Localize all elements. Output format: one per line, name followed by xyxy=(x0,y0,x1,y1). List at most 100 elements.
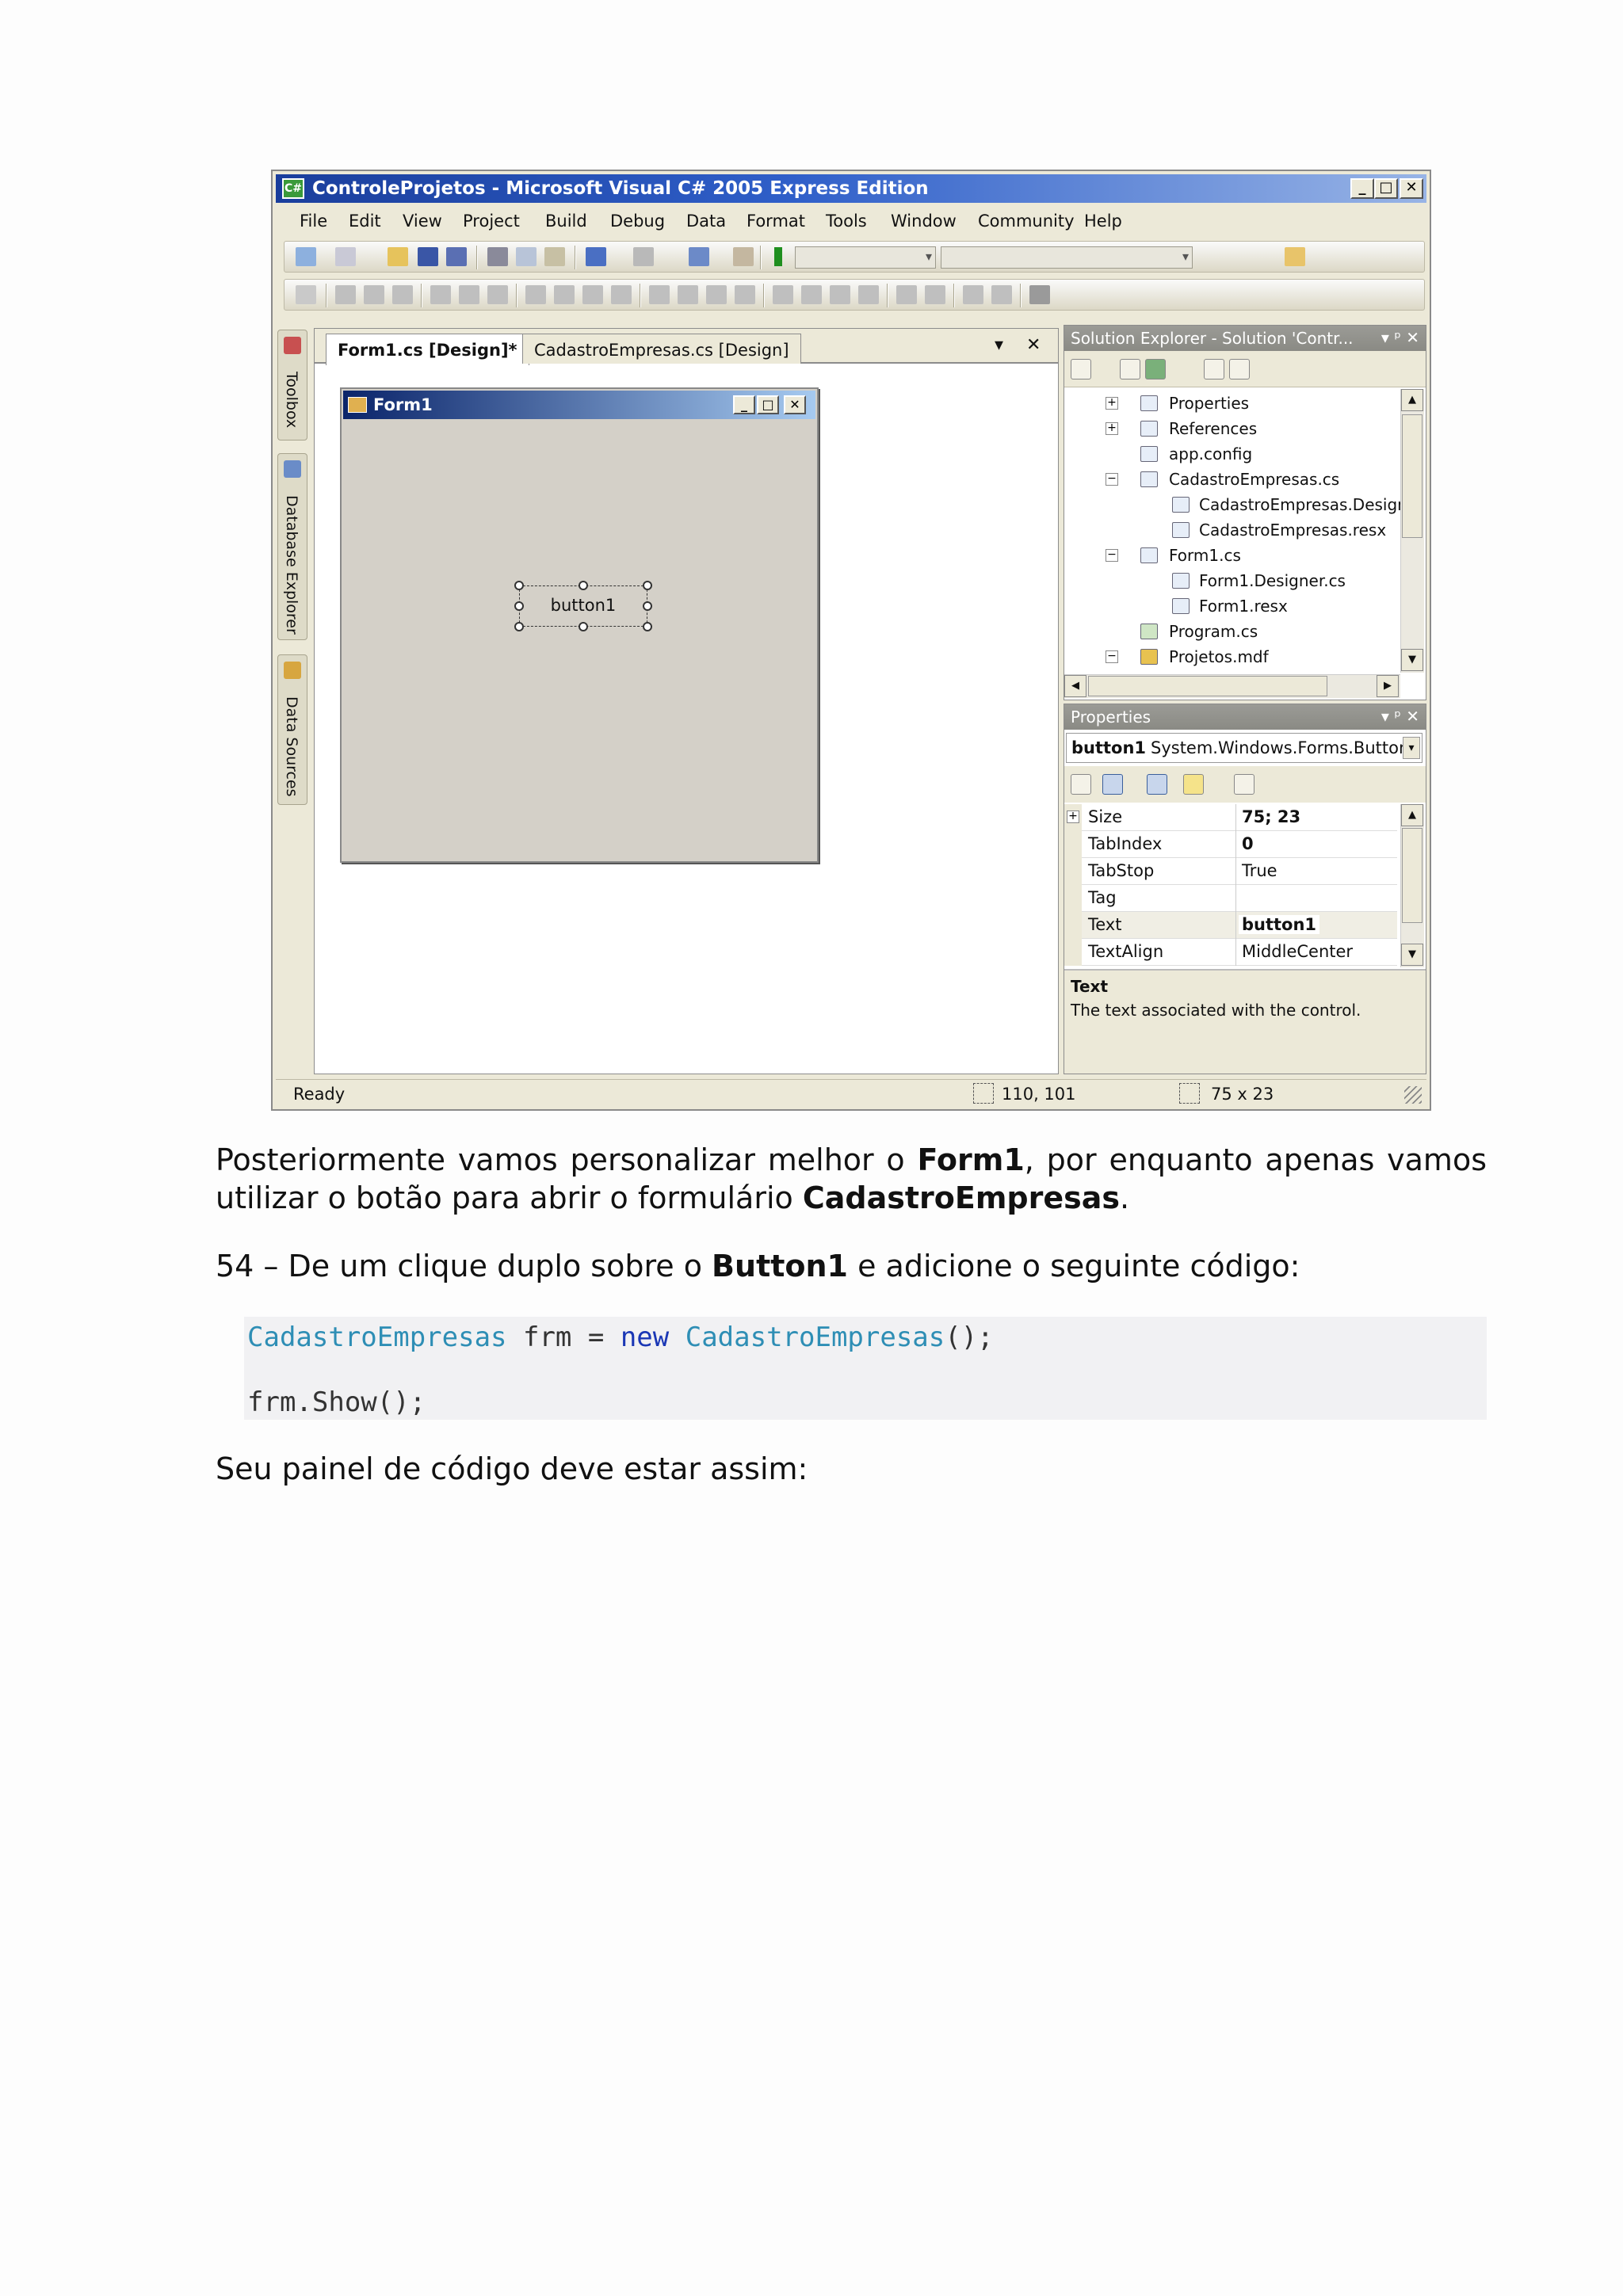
expand-icon[interactable]: + xyxy=(1067,810,1079,823)
tree-item-form1[interactable]: Form1.cs xyxy=(1169,546,1241,565)
property-value[interactable]: True xyxy=(1242,861,1277,880)
find-icon[interactable] xyxy=(733,247,754,266)
tree-item-cadastroempresas-designer[interactable]: CadastroEmpresas.Designer.cs xyxy=(1199,495,1400,514)
tree-item-program[interactable]: Program.cs xyxy=(1169,622,1258,641)
expand-icon[interactable]: + xyxy=(1106,397,1118,410)
refresh-icon[interactable] xyxy=(1145,359,1166,379)
scroll-left-icon[interactable]: ◀ xyxy=(1064,675,1086,697)
make-same-size-icon[interactable] xyxy=(582,285,603,304)
tab-cadastroempresas-design[interactable]: CadastroEmpresas.cs [Design] xyxy=(522,334,801,364)
close-button[interactable]: ✕ xyxy=(1400,178,1423,199)
resize-handle[interactable] xyxy=(514,622,524,631)
resize-handle[interactable] xyxy=(579,622,588,631)
decrease-hspacing-icon[interactable] xyxy=(706,285,727,304)
panel-controls[interactable]: ▾ ᵖ ✕ xyxy=(1381,328,1419,347)
paste-icon[interactable] xyxy=(544,247,565,266)
property-row-size[interactable]: + Size 75; 23 xyxy=(1064,804,1397,831)
cut-icon[interactable] xyxy=(487,247,508,266)
tree-item-app-config[interactable]: app.config xyxy=(1169,444,1252,463)
resize-handle[interactable] xyxy=(643,581,652,590)
data-sources-tab[interactable]: Data Sources xyxy=(277,654,307,805)
property-value[interactable]: 0 xyxy=(1242,834,1254,853)
tree-item-form1-designer[interactable]: Form1.Designer.cs xyxy=(1199,571,1346,590)
categorized-icon[interactable] xyxy=(1071,774,1091,795)
chevron-down-icon[interactable]: ▾ xyxy=(1403,737,1420,759)
object-selector[interactable]: button1 System.Windows.Forms.Button ▾ xyxy=(1066,733,1423,763)
tree-item-form1-resx[interactable]: Form1.resx xyxy=(1199,597,1288,616)
resize-handle[interactable] xyxy=(643,601,652,611)
make-vspacing-equal-icon[interactable] xyxy=(773,285,793,304)
solution-horizontal-scrollbar[interactable]: ◀ ▶ xyxy=(1064,674,1400,698)
start-debugging-icon[interactable] xyxy=(768,247,789,266)
align-to-grid-icon[interactable] xyxy=(296,285,316,304)
property-row-textalign[interactable]: TextAlign MiddleCenter xyxy=(1064,939,1397,966)
menu-community[interactable]: Community xyxy=(978,212,1075,231)
resize-handle[interactable] xyxy=(514,581,524,590)
menu-format[interactable]: Format xyxy=(747,212,805,231)
menu-view[interactable]: View xyxy=(403,212,442,231)
collapse-icon[interactable]: − xyxy=(1106,473,1118,486)
tab-form1-design[interactable]: Form1.cs [Design]* xyxy=(326,334,529,365)
increase-hspacing-icon[interactable] xyxy=(678,285,698,304)
property-row-tabindex[interactable]: TabIndex 0 xyxy=(1064,831,1397,858)
tree-item-projetos-mdf[interactable]: Projetos.mdf xyxy=(1169,647,1269,666)
scroll-down-icon[interactable]: ▼ xyxy=(1401,649,1423,671)
property-value[interactable]: 75; 23 xyxy=(1242,807,1300,826)
resize-handle[interactable] xyxy=(643,622,652,631)
scroll-thumb[interactable] xyxy=(1088,676,1327,696)
button1[interactable]: button1 xyxy=(519,585,647,627)
menu-tools[interactable]: Tools xyxy=(826,212,867,231)
panel-controls[interactable]: ▾ ᵖ ✕ xyxy=(1381,707,1419,726)
menu-build[interactable]: Build xyxy=(545,212,587,231)
expand-icon[interactable]: + xyxy=(1106,422,1118,435)
properties-icon[interactable] xyxy=(1071,359,1091,379)
properties-view-icon[interactable] xyxy=(1147,774,1167,795)
new-project-icon[interactable] xyxy=(296,247,316,266)
menu-help[interactable]: Help xyxy=(1084,212,1122,231)
form1-maximize-button[interactable]: □ xyxy=(757,395,779,414)
menu-window[interactable]: Window xyxy=(891,212,957,231)
size-to-grid-icon[interactable] xyxy=(611,285,632,304)
menu-edit[interactable]: Edit xyxy=(349,212,381,231)
form1-minimize-button[interactable]: _ xyxy=(733,395,755,414)
menu-file[interactable]: File xyxy=(300,212,327,231)
properties-vertical-scrollbar[interactable]: ▲ ▼ xyxy=(1400,804,1424,967)
make-same-height-icon[interactable] xyxy=(554,285,575,304)
property-value[interactable]: MiddleCenter xyxy=(1242,942,1353,961)
scroll-up-icon[interactable]: ▲ xyxy=(1401,389,1423,411)
toolbox-tab[interactable]: Toolbox xyxy=(277,330,307,441)
view-code-icon[interactable] xyxy=(1204,359,1224,379)
collapse-icon[interactable]: − xyxy=(1106,650,1118,663)
close-tab-icon[interactable]: ✕ xyxy=(1026,335,1041,355)
copy-icon[interactable] xyxy=(516,247,537,266)
navigate-icon[interactable] xyxy=(689,247,709,266)
remove-vspacing-icon[interactable] xyxy=(858,285,879,304)
menu-project[interactable]: Project xyxy=(463,212,520,231)
configuration-dropdown[interactable] xyxy=(795,246,936,269)
open-file-icon[interactable] xyxy=(388,247,408,266)
make-same-width-icon[interactable] xyxy=(525,285,546,304)
resize-handle[interactable] xyxy=(514,601,524,611)
scroll-thumb[interactable] xyxy=(1402,414,1423,538)
scroll-down-icon[interactable]: ▼ xyxy=(1401,944,1423,966)
save-icon[interactable] xyxy=(418,247,438,266)
menu-data[interactable]: Data xyxy=(686,212,726,231)
resize-handle[interactable] xyxy=(579,581,588,590)
solution-vertical-scrollbar[interactable]: ▲ ▼ xyxy=(1400,389,1424,673)
tree-item-references[interactable]: References xyxy=(1169,419,1257,438)
alphabetical-icon[interactable] xyxy=(1102,774,1123,795)
property-pages-icon[interactable] xyxy=(1234,774,1254,795)
redo-icon[interactable] xyxy=(633,247,654,266)
scroll-up-icon[interactable]: ▲ xyxy=(1401,804,1423,826)
property-row-text[interactable]: Text button1 xyxy=(1064,912,1397,939)
platform-dropdown[interactable] xyxy=(941,246,1193,269)
save-all-icon[interactable] xyxy=(446,247,467,266)
decrease-vspacing-icon[interactable] xyxy=(830,285,850,304)
property-row-tabstop[interactable]: TabStop True xyxy=(1064,858,1397,885)
align-bottoms-icon[interactable] xyxy=(487,285,508,304)
align-middles-icon[interactable] xyxy=(459,285,479,304)
property-value[interactable]: button1 xyxy=(1239,915,1320,934)
bring-to-front-icon[interactable] xyxy=(963,285,983,304)
tab-dropdown-icon[interactable]: ▾ xyxy=(995,335,1003,355)
view-designer-icon[interactable] xyxy=(1229,359,1250,379)
